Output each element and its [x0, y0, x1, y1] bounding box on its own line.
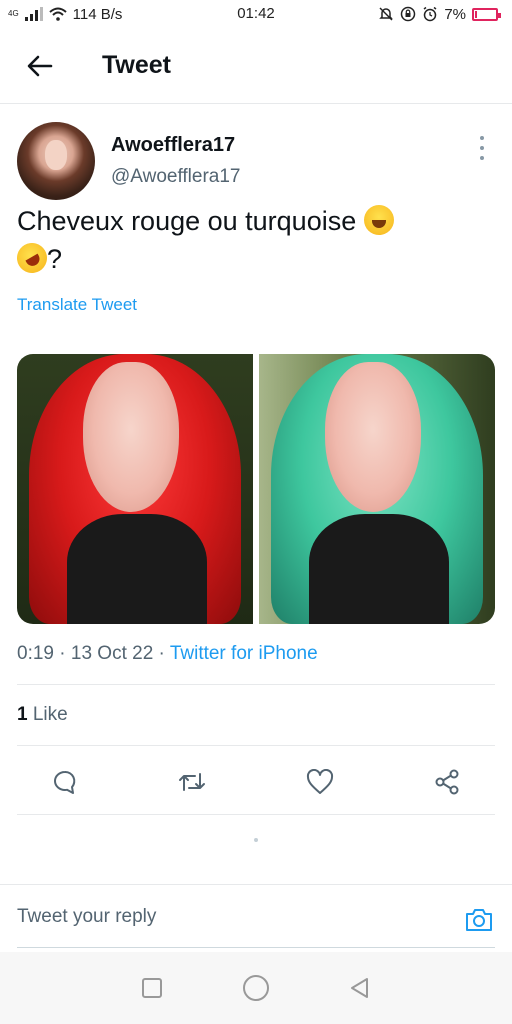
more-options-button[interactable]: [473, 136, 491, 160]
tweet-text-part1: Cheveux rouge ou turquoise: [17, 206, 364, 236]
loading-indicator: [254, 838, 258, 842]
like-icon: [306, 769, 333, 794]
page-title: Tweet: [102, 51, 171, 79]
reply-underline: [17, 947, 495, 948]
like-button[interactable]: [306, 768, 334, 796]
app-header: Tweet: [0, 28, 512, 104]
network-speed: 114 B/s: [72, 5, 123, 23]
wifi-icon: [49, 7, 67, 21]
tweet-text: Cheveux rouge ou turquoise ?: [11, 202, 495, 279]
signal-icon: [24, 7, 43, 21]
red-hair-photo[interactable]: [17, 354, 253, 624]
tweet-time: 0:19: [17, 643, 54, 664]
divider: [17, 684, 495, 685]
likes-label: Like: [32, 704, 68, 725]
battery-icon: [472, 7, 501, 21]
tweet-source-link[interactable]: Twitter for iPhone: [170, 643, 318, 664]
author-name[interactable]: Awoefflera17: [111, 134, 235, 157]
status-right: 7%: [378, 5, 501, 23]
status-bar: 4G 114 B/s 01:42 7%: [0, 0, 512, 28]
reply-input[interactable]: [17, 899, 437, 935]
divider: [17, 814, 495, 815]
recents-square-icon: [142, 978, 162, 998]
system-nav-bar: [0, 952, 512, 1024]
camera-button[interactable]: [464, 905, 494, 935]
more-dot-icon: [480, 146, 484, 150]
reply-bar: [0, 884, 512, 950]
avatar[interactable]: [17, 122, 95, 200]
reply-button[interactable]: [51, 768, 79, 796]
recents-button[interactable]: [137, 973, 167, 1003]
rotation-lock-icon: [401, 6, 416, 22]
arrow-left-icon: [27, 55, 53, 76]
tweet-media: [17, 354, 495, 624]
tweet-meta: 0:19 · 13 Oct 22 · Twitter for iPhone: [17, 643, 318, 665]
reply-icon: [54, 770, 76, 794]
home-circle-icon: [243, 975, 269, 1001]
system-back-button[interactable]: [345, 973, 375, 1003]
turquoise-hair-photo[interactable]: [259, 354, 495, 624]
alarm-icon: [423, 6, 437, 22]
share-button[interactable]: [433, 768, 461, 796]
bell-muted-icon: [379, 7, 394, 21]
retweet-icon: [179, 773, 206, 791]
camera-icon: [466, 909, 492, 931]
grinning-sweat-emoji-icon: [363, 205, 394, 235]
share-icon: [435, 769, 459, 795]
divider: [17, 745, 495, 746]
tweet-actions: [17, 760, 495, 804]
tweet-author: Awoefflera17 @Awoefflera17: [17, 122, 495, 200]
meta-separator: ·: [158, 643, 165, 664]
tweet-text-part2: ?: [47, 244, 63, 274]
meta-separator: ·: [59, 643, 66, 664]
tweet-date: 13 Oct 22: [70, 643, 154, 664]
back-triangle-icon: [351, 978, 368, 998]
retweet-button[interactable]: [178, 768, 206, 796]
more-dot-icon: [480, 156, 484, 160]
author-handle[interactable]: @Awoefflera17: [111, 166, 241, 188]
home-button[interactable]: [241, 973, 271, 1003]
more-dot-icon: [480, 136, 484, 140]
status-left: 4G 114 B/s: [8, 6, 122, 23]
likes-count[interactable]: 1 Like: [17, 704, 68, 726]
back-button[interactable]: [20, 46, 60, 86]
translate-tweet-link[interactable]: Translate Tweet: [17, 295, 137, 315]
network-type: 4G: [8, 9, 19, 18]
battery-percent: 7%: [444, 5, 466, 23]
likes-number: 1: [17, 704, 28, 725]
